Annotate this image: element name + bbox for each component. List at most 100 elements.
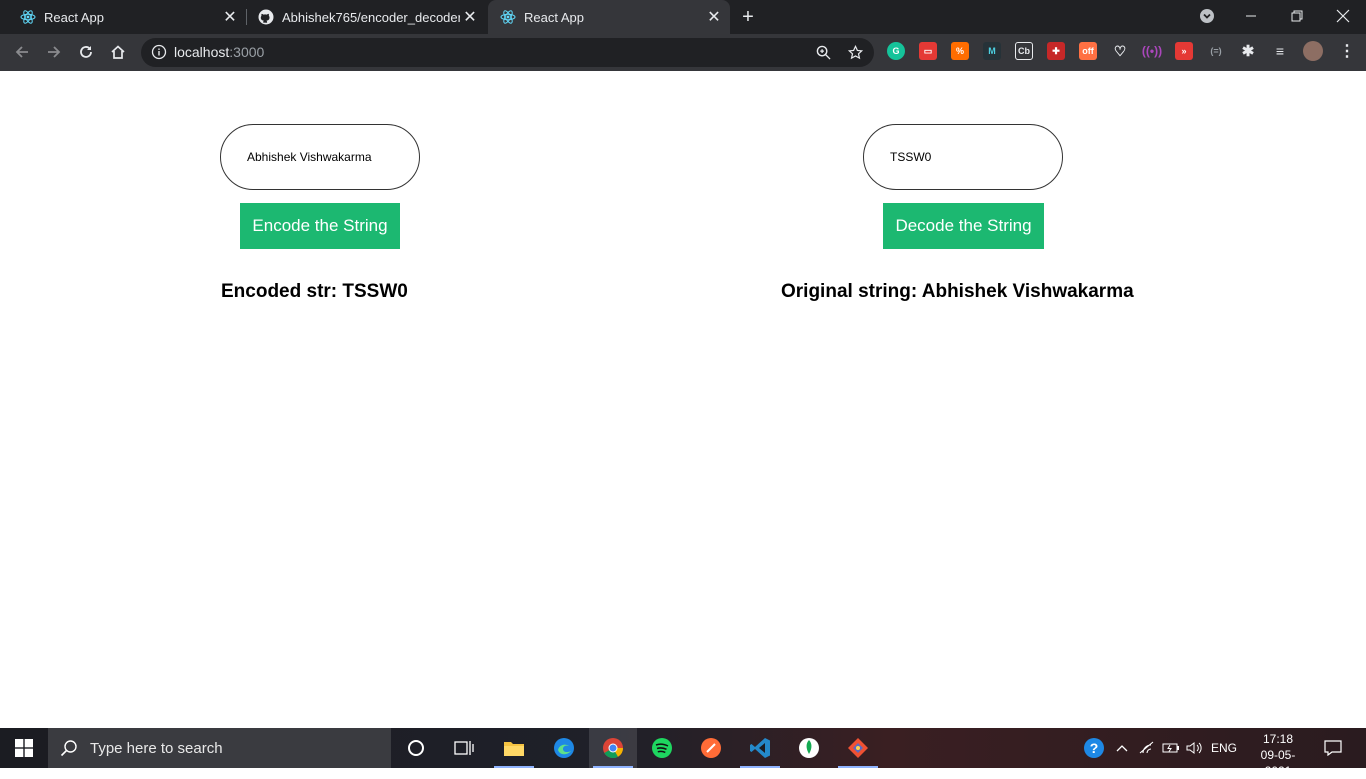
windows-taskbar: Type here to search ? ENG 17:18 09-05-20…: [0, 728, 1366, 778]
react-icon: [500, 9, 516, 25]
tab-github-encoder-decoder[interactable]: Abhishek765/encoder_decoder: E ✕: [238, 0, 486, 34]
minimize-icon: [1246, 15, 1256, 17]
bookmark-star-icon[interactable]: [847, 44, 864, 61]
extension-red-icon[interactable]: ▭: [919, 42, 937, 60]
encode-input[interactable]: [220, 124, 420, 190]
wifi-icon: [1139, 741, 1154, 754]
battery-charging-icon: [1162, 743, 1179, 753]
grammarly-extension-icon[interactable]: G: [887, 42, 905, 60]
encode-button[interactable]: Encode the String: [240, 203, 400, 249]
tab-search-button[interactable]: [1184, 0, 1230, 32]
git-diamond-icon: [848, 738, 868, 758]
reload-button[interactable]: [72, 38, 100, 66]
volume-tray-icon[interactable]: [1184, 728, 1206, 768]
react-icon: [20, 9, 36, 25]
github-icon: [258, 9, 274, 25]
zoom-icon[interactable]: [815, 44, 832, 61]
address-bar[interactable]: localhost:3000: [141, 38, 874, 67]
language-indicator[interactable]: ENG: [1208, 728, 1240, 768]
close-tab-icon[interactable]: ✕: [220, 7, 240, 27]
url-port: :3000: [229, 44, 265, 60]
edge-taskbar[interactable]: [540, 728, 588, 768]
tab-title: React App: [524, 9, 584, 25]
browser-toolbar: localhost:3000 G ▭ % M Cb ✚ off ♡ ((•)) …: [0, 34, 1366, 71]
close-tab-icon[interactable]: ✕: [460, 7, 480, 27]
postman-icon: [701, 738, 721, 758]
arrow-left-icon: [15, 46, 28, 58]
new-tab-button[interactable]: +: [736, 5, 760, 29]
close-tab-icon[interactable]: ✕: [704, 7, 724, 27]
extension-off-icon[interactable]: off: [1079, 42, 1097, 60]
vscode-taskbar[interactable]: [736, 728, 784, 768]
mongodb-compass-taskbar[interactable]: [785, 728, 833, 768]
encoded-result: Encoded str: TSSW0: [221, 281, 408, 302]
minimize-button[interactable]: [1228, 0, 1274, 32]
battery-tray-icon[interactable]: [1160, 728, 1182, 768]
profile-avatar[interactable]: [1303, 41, 1323, 61]
speaker-icon: [1186, 742, 1202, 754]
folder-icon: [504, 742, 524, 756]
pocket-extension-icon[interactable]: ♡: [1111, 42, 1129, 60]
show-hidden-icons[interactable]: [1112, 728, 1132, 768]
tab-title: Abhishek765/encoder_decoder: E: [282, 9, 460, 25]
chrome-taskbar[interactable]: [589, 728, 637, 768]
cortana-circle-icon: [408, 740, 424, 756]
taskbar-search-box[interactable]: Type here to search: [48, 728, 391, 768]
extension-radio-icon[interactable]: ((•)): [1142, 42, 1162, 60]
tab-react-app-1[interactable]: React App ✕: [0, 0, 246, 34]
info-icon[interactable]: [151, 44, 167, 60]
url-host: localhost: [174, 44, 230, 60]
mongodb-leaf-icon: [799, 738, 819, 758]
decoded-result: Original string: Abhishek Vishwakarma: [781, 281, 1134, 302]
search-placeholder: Type here to search: [90, 739, 223, 757]
gitkraken-taskbar[interactable]: [834, 728, 882, 768]
action-center-button[interactable]: [1316, 728, 1350, 768]
decode-button[interactable]: Decode the String: [883, 203, 1044, 249]
extension-orange-icon[interactable]: %: [951, 42, 969, 60]
page-content: Encode the String Encoded str: TSSW0 Dec…: [0, 71, 1366, 728]
home-button[interactable]: [104, 38, 132, 66]
home-icon: [111, 45, 125, 59]
reload-icon: [80, 46, 92, 58]
extension-bracket-icon[interactable]: (=): [1207, 42, 1225, 60]
start-button[interactable]: [0, 728, 48, 768]
task-view-button[interactable]: [440, 728, 488, 768]
extension-puzzle-red-icon[interactable]: ✚: [1047, 42, 1065, 60]
cortana-button[interactable]: [392, 728, 440, 768]
back-button[interactable]: [8, 38, 36, 66]
tab-title: React App: [44, 9, 104, 25]
close-window-button[interactable]: [1320, 0, 1366, 32]
arrow-right-icon: [48, 46, 61, 58]
help-question-icon: ?: [1084, 738, 1104, 758]
forward-button[interactable]: [40, 38, 68, 66]
browser-tab-strip: React App ✕ Abhishek765/encoder_decoder:…: [0, 0, 1366, 34]
clock-time: 17:18: [1262, 732, 1294, 746]
extension-m-icon[interactable]: M: [983, 42, 1001, 60]
taskbar-clock[interactable]: 17:18 09-05-2021: [1248, 731, 1308, 779]
file-explorer-taskbar[interactable]: [490, 728, 538, 768]
edge-icon: [554, 738, 574, 758]
windows-logo-icon: [15, 739, 33, 757]
chrome-icon: [603, 738, 624, 759]
restore-button[interactable]: [1274, 0, 1320, 32]
extension-cb-icon[interactable]: Cb: [1015, 42, 1033, 60]
clock-date: 09-05-2021: [1260, 748, 1296, 778]
postman-taskbar[interactable]: [687, 728, 735, 768]
restore-icon: [1291, 10, 1303, 22]
notification-icon: [1324, 740, 1342, 756]
decode-input[interactable]: [863, 124, 1063, 190]
network-tray-icon[interactable]: [1136, 728, 1158, 768]
help-tray-icon[interactable]: ?: [1080, 728, 1108, 768]
vscode-icon: [750, 738, 770, 758]
spotify-taskbar[interactable]: [638, 728, 686, 768]
chevron-down-circle-icon: [1200, 9, 1214, 23]
extensions-puzzle-icon[interactable]: ✱: [1239, 42, 1257, 60]
task-view-icon: [454, 741, 474, 755]
tab-react-app-active[interactable]: React App ✕: [488, 0, 730, 34]
url-text: localhost:3000: [174, 44, 264, 60]
close-icon: [1336, 9, 1350, 23]
svg-text:?: ?: [1090, 740, 1099, 756]
more-options-icon[interactable]: ⋮: [1338, 42, 1356, 60]
extension-forward-icon[interactable]: »: [1175, 42, 1193, 60]
media-queue-icon[interactable]: ≡: [1271, 42, 1289, 60]
